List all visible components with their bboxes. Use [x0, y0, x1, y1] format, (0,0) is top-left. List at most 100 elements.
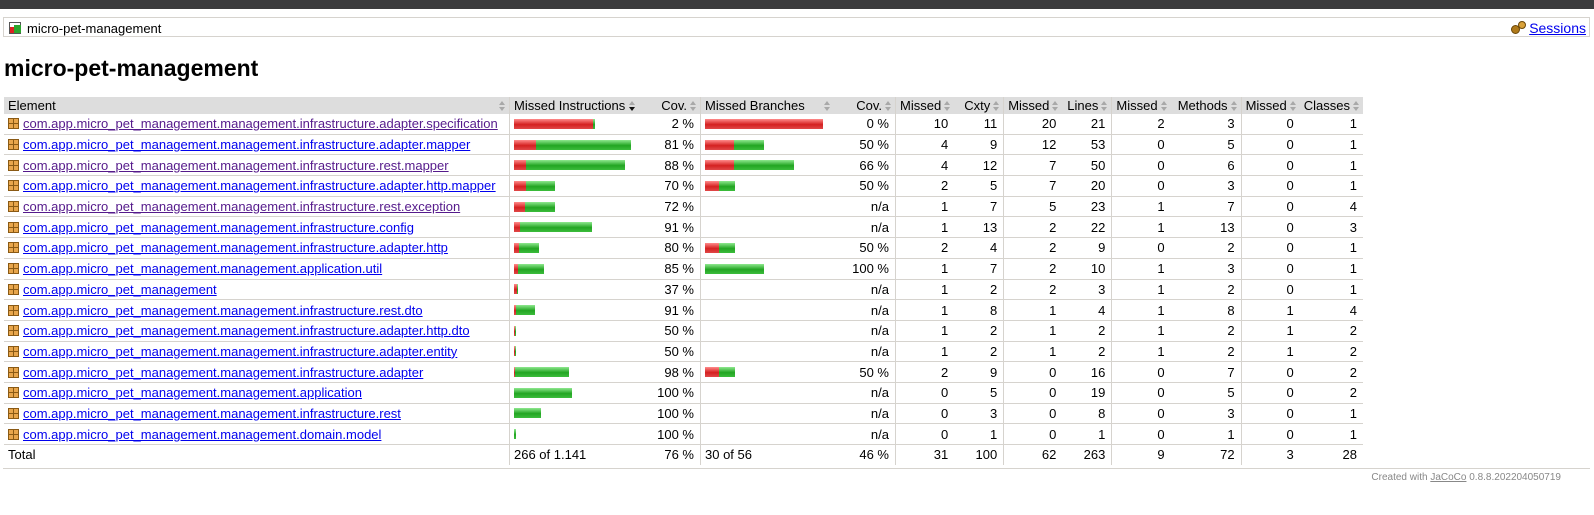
element: com.app.micro_pet_management.management.… [8, 220, 503, 235]
element: com.app.micro_pet_management.management.… [8, 240, 503, 255]
classes: 2 [1299, 320, 1363, 342]
header-classes[interactable]: Classes [1299, 97, 1363, 114]
header-missed-branches[interactable]: Missed Branches [700, 97, 834, 114]
branch-bar-cell [700, 361, 834, 383]
instr-cov: 88 % [639, 154, 701, 177]
missed-lines: 5 [1003, 196, 1063, 218]
package-link[interactable]: com.app.micro_pet_management.management.… [23, 385, 362, 400]
classes: 4 [1299, 196, 1363, 218]
element: com.app.micro_pet_management.management.… [8, 323, 503, 338]
instr-cov: 37 % [639, 279, 701, 301]
package-link[interactable]: com.app.micro_pet_management.management.… [23, 178, 496, 193]
instr-cov: 100 % [639, 382, 701, 404]
element: com.app.micro_pet_management.management.… [8, 137, 503, 152]
instr-cov: 100 % [639, 403, 701, 425]
header-missed-methods[interactable]: Missed [1111, 97, 1171, 114]
branches-coverage-bar [705, 118, 828, 129]
package-link[interactable]: com.app.micro_pet_management [23, 282, 217, 297]
cxty: 7 [954, 196, 1004, 218]
package-link[interactable]: com.app.micro_pet_management.management.… [23, 365, 423, 380]
header-missed-cxty[interactable]: Missed [895, 97, 955, 114]
missed-cxty: 1 [895, 320, 955, 342]
methods: 7 [1170, 196, 1242, 218]
total-row: Total 266 of 1.141 76 % 30 of 56 46 % 31… [4, 444, 1363, 465]
branches-coverage-bar [705, 263, 828, 274]
total-classes: 28 [1342, 447, 1357, 463]
header-lines[interactable]: Lines [1062, 97, 1112, 114]
branches-coverage-bar [705, 408, 828, 418]
footer-divider [3, 468, 1590, 469]
package-link[interactable]: com.app.micro_pet_management.management.… [23, 303, 423, 318]
header-missed-instructions[interactable]: Missed Instructions [509, 97, 639, 114]
classes: 1 [1299, 175, 1363, 197]
missed-methods: 0 [1111, 154, 1171, 177]
header-instr-cov[interactable]: Cov. [639, 97, 701, 114]
package-link[interactable]: com.app.micro_pet_management.management.… [23, 240, 448, 255]
covered-bar-segment [515, 346, 516, 357]
package-link[interactable]: com.app.micro_pet_management.management.… [23, 158, 449, 173]
lines: 4 [1062, 299, 1112, 321]
missed-methods: 0 [1111, 382, 1171, 404]
methods: 7 [1170, 361, 1242, 383]
package-icon [8, 304, 19, 316]
table-header-row: Element Missed Instructions Cov. Missed … [4, 97, 1363, 114]
sort-icon [885, 101, 892, 111]
missed-classes: 0 [1240, 361, 1300, 383]
instr-bar-cell [509, 382, 639, 404]
sessions-icon [1511, 21, 1527, 34]
instr-bar-cell [509, 196, 639, 218]
report-icon [9, 22, 23, 34]
table-row: com.app.micro_pet_management.management.… [4, 382, 1363, 404]
package-link[interactable]: com.app.micro_pet_management.management.… [23, 427, 381, 442]
package-link[interactable]: com.app.micro_pet_management.management.… [23, 406, 401, 421]
missed-lines: 0 [1003, 361, 1063, 383]
missed-methods: 1 [1111, 299, 1171, 321]
header-branch-cov[interactable]: Cov. [834, 97, 896, 114]
methods: 2 [1170, 341, 1242, 363]
branch-cov: 0 % [834, 114, 896, 135]
breadcrumb-right: Sessions [1511, 19, 1586, 36]
sessions-link[interactable]: Sessions [1529, 20, 1586, 36]
header-methods[interactable]: Methods [1170, 97, 1242, 114]
branch-bar-cell [700, 279, 834, 301]
package-icon [8, 159, 19, 171]
package-link[interactable]: com.app.micro_pet_management.management.… [23, 261, 382, 276]
sort-icon [1101, 101, 1108, 111]
lines: 2 [1062, 341, 1112, 363]
header-cxty[interactable]: Cxty [954, 97, 1004, 114]
classes: 1 [1299, 403, 1363, 425]
sort-desc-icon [629, 101, 636, 111]
table-row: com.app.micro_pet_management 37 % n/a 1 2 2 3 1… [4, 279, 1363, 301]
browser-top-strip [0, 0, 1594, 9]
table-row: com.app.micro_pet_management.management.… [4, 237, 1363, 259]
package-link[interactable]: com.app.micro_pet_management.management.… [23, 323, 470, 338]
missed-classes: 0 [1240, 216, 1300, 239]
lines: 50 [1062, 154, 1112, 177]
branches-coverage-bar [705, 139, 828, 150]
methods: 2 [1170, 279, 1242, 301]
sort-icon [944, 101, 951, 111]
lines: 10 [1062, 258, 1112, 280]
jacoco-link[interactable]: JaCoCo [1430, 472, 1466, 483]
table-row: com.app.micro_pet_management.management.… [4, 341, 1363, 363]
total-branch-cov: 46 % [859, 447, 889, 463]
package-link[interactable]: com.app.micro_pet_management.management.… [23, 137, 470, 152]
element-cell: com.app.micro_pet_management.management.… [4, 237, 510, 259]
covered-bar-segment [719, 367, 735, 378]
sort-icon [1230, 101, 1238, 111]
header-missed-classes[interactable]: Missed [1240, 97, 1300, 114]
package-link[interactable]: com.app.micro_pet_management.management.… [23, 116, 498, 131]
table-row: com.app.micro_pet_management.management.… [4, 258, 1363, 280]
missed-bar-segment [705, 180, 719, 191]
header-missed-lines[interactable]: Missed [1003, 97, 1063, 114]
element-cell: com.app.micro_pet_management.management.… [4, 341, 510, 363]
package-link[interactable]: com.app.micro_pet_management.management.… [23, 344, 457, 359]
header-element[interactable]: Element [4, 97, 510, 114]
branches-coverage-bar [705, 346, 828, 356]
missed-classes: 0 [1240, 382, 1300, 404]
branch-bar-cell [700, 258, 834, 280]
package-link[interactable]: com.app.micro_pet_management.management.… [23, 220, 414, 235]
package-link[interactable]: com.app.micro_pet_management.management.… [23, 199, 460, 214]
footer-version: 0.8.8.202204050719 [1469, 472, 1561, 483]
covered-bar-segment [519, 242, 539, 253]
